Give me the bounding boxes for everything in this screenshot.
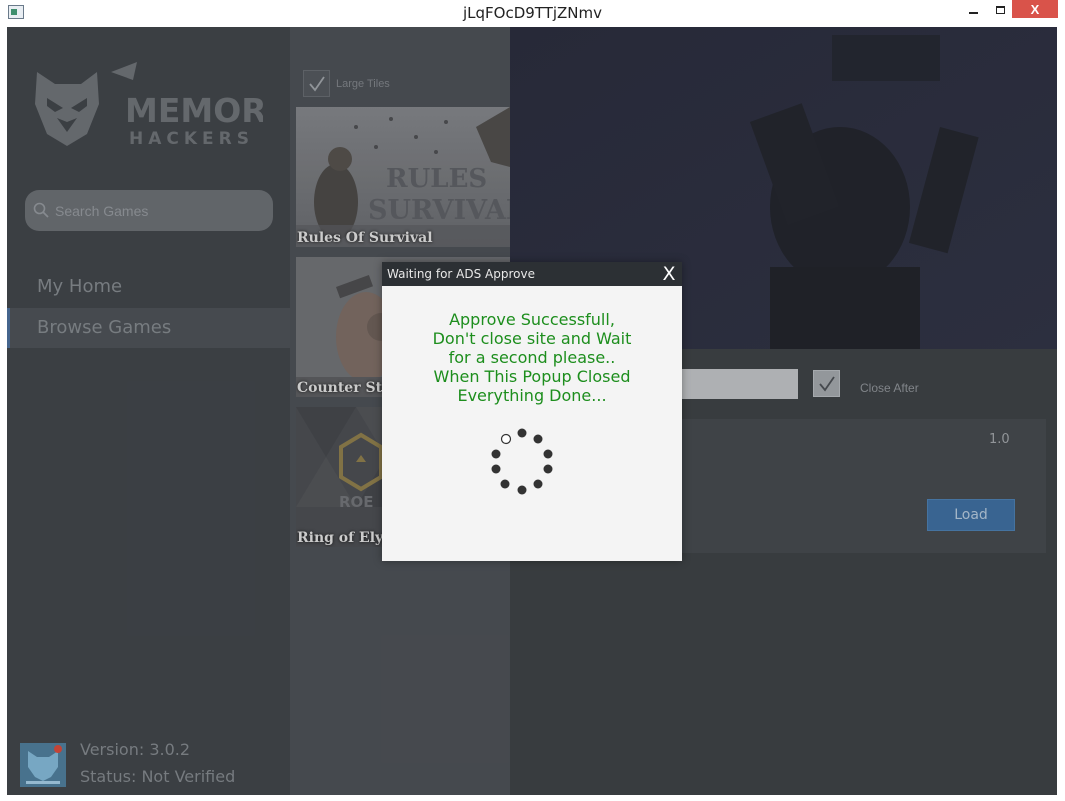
dialog-message-line: Everything Done... <box>457 386 607 405</box>
dialog-close-button[interactable]: X <box>659 262 679 286</box>
loading-spinner-icon <box>491 428 553 495</box>
window-title: jLqFOcD9TTjZNmv <box>462 4 603 22</box>
window-titlebar: jLqFOcD9TTjZNmv X <box>0 0 1065 26</box>
ads-approve-dialog: Waiting for ADS Approve X Approve Succes… <box>382 262 682 561</box>
dialog-message-line: When This Popup Closed <box>433 367 631 386</box>
dialog-message-line: Approve Successfull, <box>449 310 615 329</box>
maximize-icon <box>995 6 1005 14</box>
dialog-message-line: Don't close site and Wait <box>432 329 632 348</box>
window-close-button[interactable]: X <box>1012 0 1058 18</box>
maximize-button[interactable] <box>985 0 1015 20</box>
minimize-icon <box>968 12 978 14</box>
dialog-message-line: for a second please.. <box>448 348 616 367</box>
dialog-title: Waiting for ADS Approve <box>387 267 535 281</box>
dialog-header: Waiting for ADS Approve X <box>382 262 682 286</box>
dialog-message: Approve Successfull, Don't close site an… <box>382 310 682 405</box>
minimize-button[interactable] <box>958 0 988 20</box>
